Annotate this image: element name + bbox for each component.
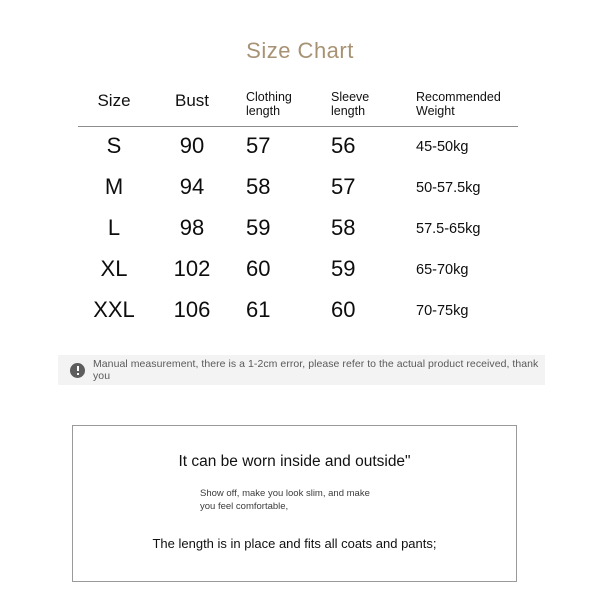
table-header-divider xyxy=(78,126,518,127)
cell-clothing-length: 57 xyxy=(246,133,271,158)
cell-bust: 102 xyxy=(173,256,211,281)
measurement-notice-text: Manual measurement, there is a 1-2cm err… xyxy=(93,358,539,382)
column-header-bust: Bust xyxy=(174,91,210,110)
cell-sleeve-length: 59 xyxy=(331,256,356,281)
measurement-notice-bar: Manual measurement, there is a 1-2cm err… xyxy=(58,355,545,385)
cell-sleeve-length: 57 xyxy=(331,174,356,199)
size-chart-table: Size Bust Clothing length Sleeve length … xyxy=(78,86,518,331)
table-row: XL 102 60 59 65-70kg xyxy=(78,249,518,290)
description-subtext: Show off, make you look slim, and make y… xyxy=(200,488,370,512)
description-footnote: The length is in place and fits all coat… xyxy=(152,536,437,551)
cell-sleeve-length: 56 xyxy=(331,133,356,158)
cell-clothing-length: 61 xyxy=(246,297,271,322)
cell-clothing-length: 59 xyxy=(246,215,271,240)
cell-clothing-length: 60 xyxy=(246,256,271,281)
cell-clothing-length: 58 xyxy=(246,174,271,199)
cell-size: XXL xyxy=(93,297,135,322)
exclamation-circle-icon xyxy=(70,362,85,378)
column-header-clothing-length: Clothing length xyxy=(246,90,292,119)
table-header-row: Size Bust Clothing length Sleeve length … xyxy=(78,86,518,126)
description-headline: It can be worn inside and outside" xyxy=(178,453,411,470)
cell-recommended-weight: 65-70kg xyxy=(416,262,469,278)
cell-sleeve-length: 58 xyxy=(331,215,356,240)
cell-size: L xyxy=(107,215,121,240)
table-row: S 90 57 56 45-50kg xyxy=(78,126,518,167)
cell-recommended-weight: 45-50kg xyxy=(416,139,469,155)
cell-bust: 98 xyxy=(179,215,205,240)
cell-recommended-weight: 50-57.5kg xyxy=(416,180,481,196)
cell-recommended-weight: 57.5-65kg xyxy=(416,221,481,237)
product-description-box: It can be worn inside and outside" Show … xyxy=(72,425,517,582)
cell-size: S xyxy=(106,133,122,158)
cell-sleeve-length: 60 xyxy=(331,297,356,322)
cell-bust: 106 xyxy=(173,297,211,322)
cell-size: XL xyxy=(100,256,128,281)
table-row: L 98 59 58 57.5-65kg xyxy=(78,208,518,249)
column-header-size: Size xyxy=(97,91,131,110)
column-header-recommended-weight: Recommended Weight xyxy=(416,90,501,119)
cell-bust: 90 xyxy=(179,133,205,158)
table-row: M 94 58 57 50-57.5kg xyxy=(78,167,518,208)
page-title: Size Chart xyxy=(246,38,354,63)
cell-bust: 94 xyxy=(179,174,205,199)
cell-size: M xyxy=(104,174,124,199)
cell-recommended-weight: 70-75kg xyxy=(416,303,469,319)
table-row: XXL 106 61 60 70-75kg xyxy=(78,290,518,331)
column-header-sleeve-length: Sleeve length xyxy=(331,90,370,119)
